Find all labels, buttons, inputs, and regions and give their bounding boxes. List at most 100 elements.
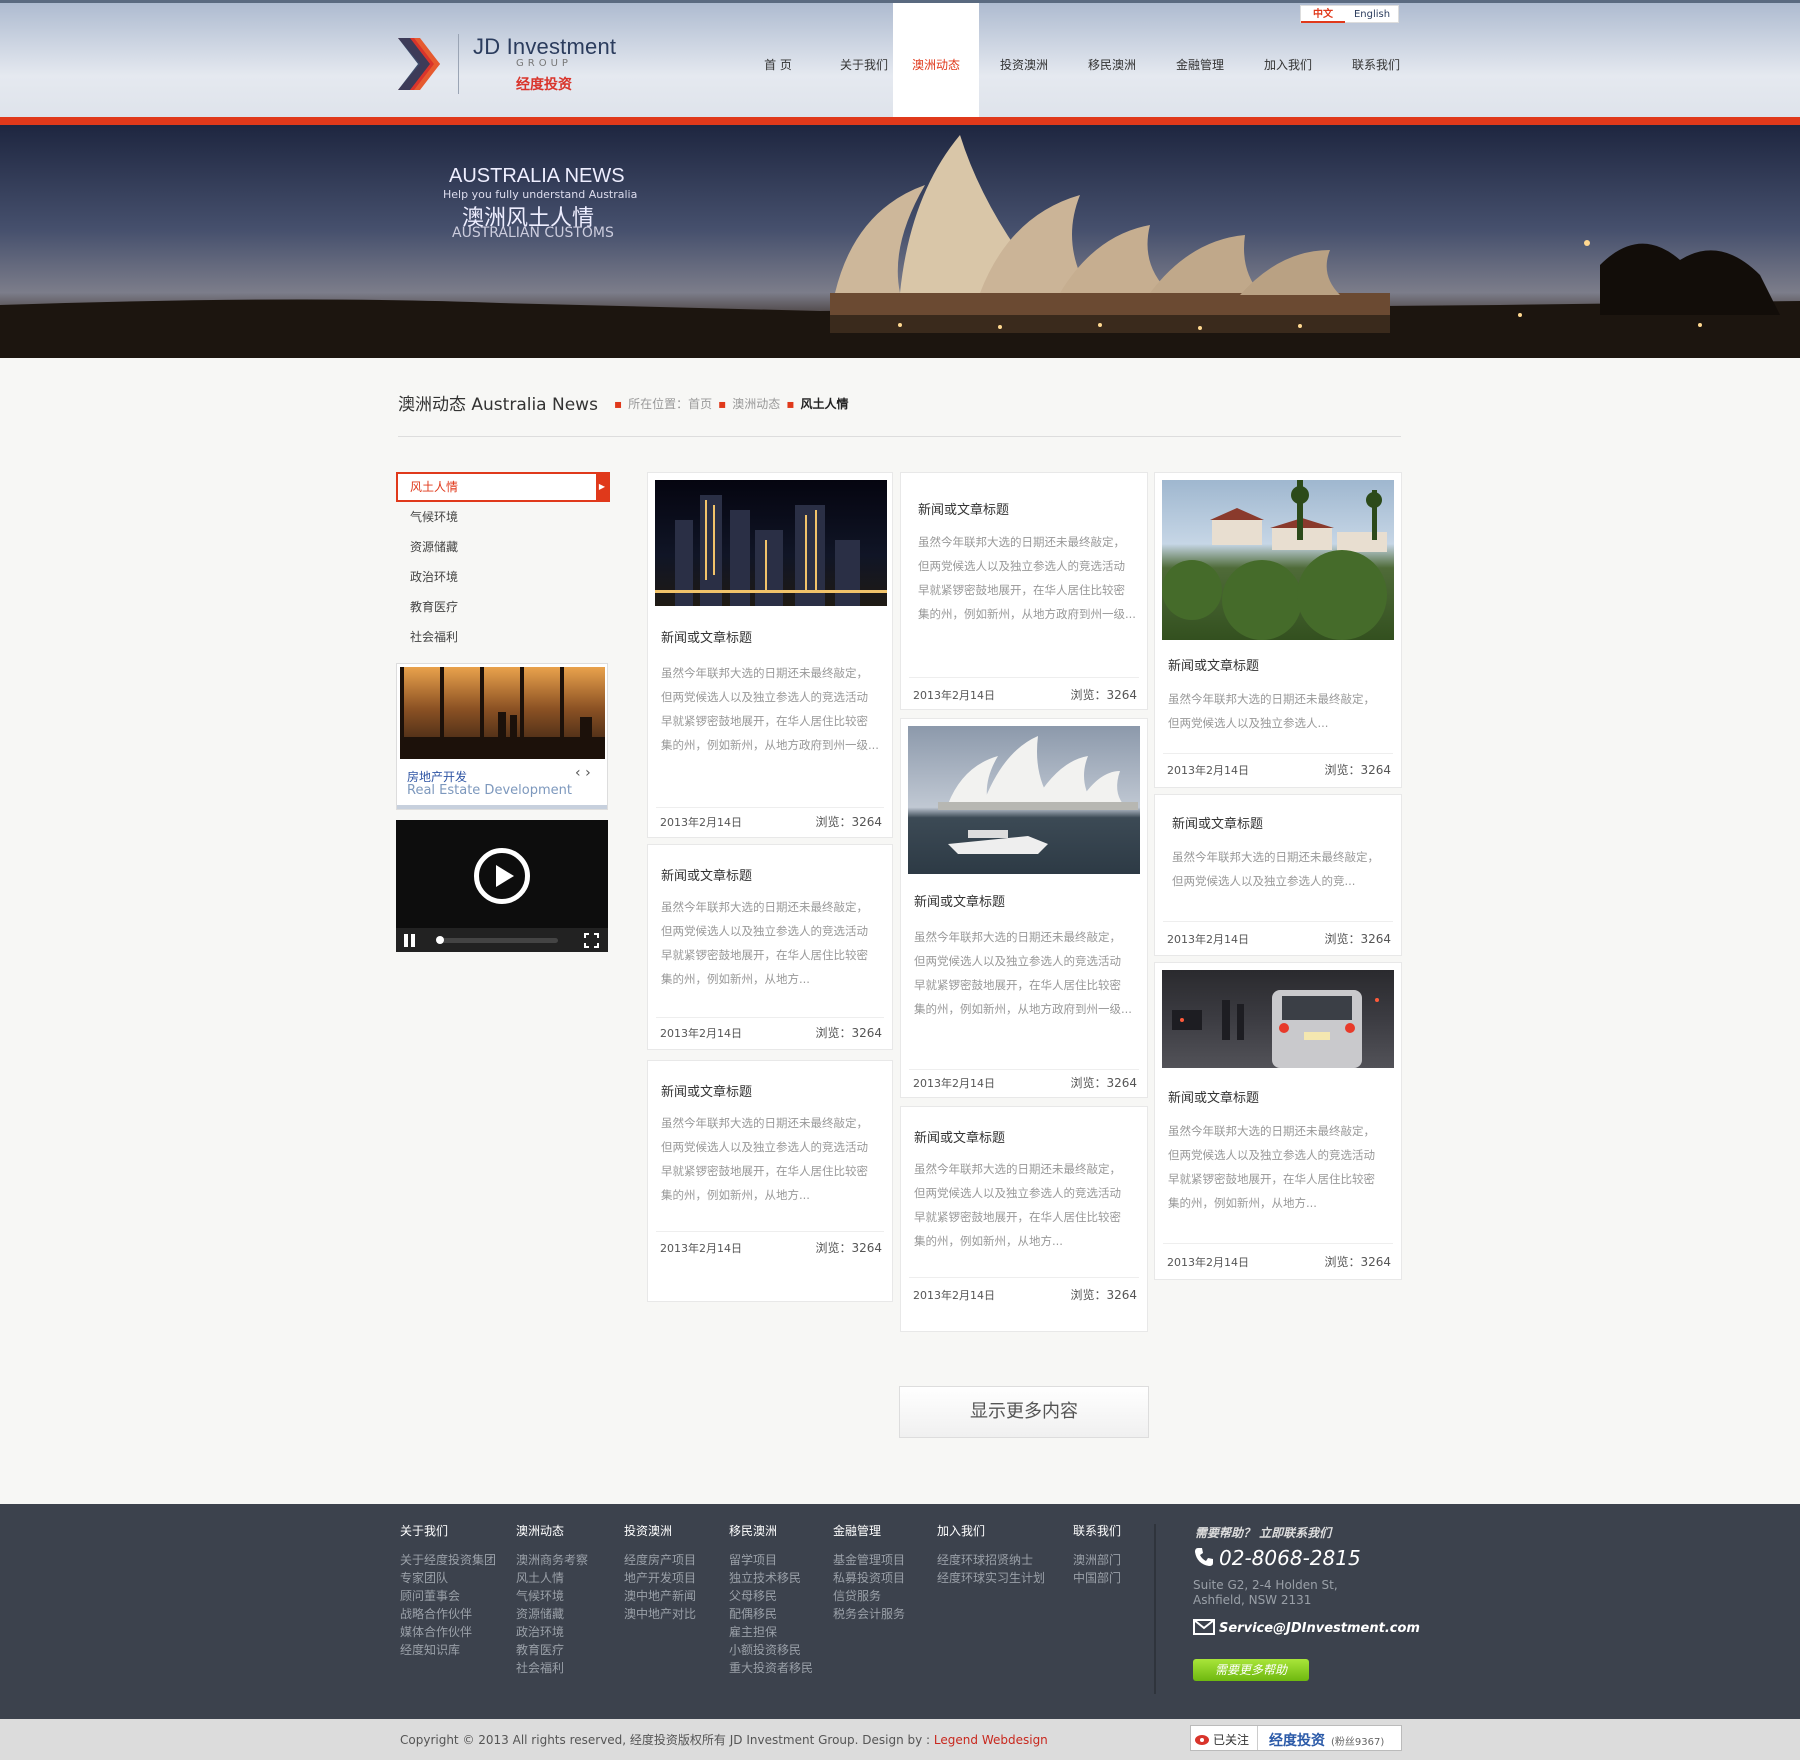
more-help-button[interactable]: 需要更多帮助: [1193, 1659, 1309, 1681]
weibo-follow-widget[interactable]: 已关注 经度投资 (粉丝9367): [1190, 1725, 1402, 1751]
footer-heading[interactable]: 投资澳洲: [624, 1522, 696, 1539]
fullscreen-icon[interactable]: [584, 933, 599, 948]
news-title[interactable]: 新闻或文章标题: [914, 1127, 1005, 1146]
news-card[interactable]: 新闻或文章标题 虽然今年联邦大选的日期还未最终敲定，但两党候选人以及独立参选人的…: [647, 1060, 893, 1302]
footer-link[interactable]: 私募投资项目: [833, 1569, 905, 1587]
footer-link[interactable]: 风土人情: [516, 1569, 588, 1587]
nav-contact[interactable]: 联系我们: [1333, 3, 1419, 117]
news-date: 2013年2月14日: [913, 1289, 995, 1302]
footer-heading[interactable]: 联系我们: [1073, 1522, 1121, 1539]
play-icon[interactable]: [474, 848, 530, 904]
news-title[interactable]: 新闻或文章标题: [1172, 813, 1263, 832]
news-views: 浏览：3264: [1070, 1288, 1137, 1302]
news-card[interactable]: 新闻或文章标题 虽然今年联邦大选的日期还未最终敲定，但两党候选人以及独立参选人的…: [900, 472, 1148, 710]
news-card[interactable]: 新闻或文章标题 虽然今年联邦大选的日期还未最终敲定，但两党候选人以及独立参选人的…: [647, 472, 893, 838]
footer-heading[interactable]: 关于我们: [400, 1522, 496, 1539]
footer-link[interactable]: 地产开发项目: [624, 1569, 696, 1587]
news-title[interactable]: 新闻或文章标题: [918, 499, 1009, 518]
breadcrumb: ▪ 所在位置：首页 ▪ 澳洲动态 ▪ 风土人情: [614, 397, 849, 411]
sidebar-item-resources[interactable]: 资源储藏: [396, 532, 610, 562]
footer-link[interactable]: 留学项目: [729, 1551, 813, 1569]
video-progress-track[interactable]: [438, 938, 558, 943]
breadcrumb-home[interactable]: 所在位置：首页: [628, 397, 712, 411]
footer-link[interactable]: 政治环境: [516, 1623, 588, 1641]
promo-real-estate[interactable]: 房地产开发 Real Estate Development ‹ ›: [396, 663, 608, 810]
chevron-left-icon[interactable]: ‹: [575, 765, 581, 781]
news-card[interactable]: 新闻或文章标题 虽然今年联邦大选的日期还未最终敲定，但两党候选人以及独立参选人的…: [647, 844, 893, 1050]
news-card[interactable]: 新闻或文章标题 虽然今年联邦大选的日期还未最终敲定，但两党候选人以及独立参选人的…: [1154, 794, 1402, 956]
nav-join[interactable]: 加入我们: [1245, 3, 1331, 117]
footer-link[interactable]: 雇主担保: [729, 1623, 813, 1641]
footer-link[interactable]: 独立技术移民: [729, 1569, 813, 1587]
footer-link[interactable]: 配偶移民: [729, 1605, 813, 1623]
footer-link[interactable]: 小额投资移民: [729, 1641, 813, 1659]
news-title[interactable]: 新闻或文章标题: [661, 1081, 752, 1100]
footer-link[interactable]: 经度知识库: [400, 1641, 496, 1659]
sidebar-item-education[interactable]: 教育医疗: [396, 592, 610, 622]
video-player[interactable]: [396, 820, 608, 952]
news-excerpt: 虽然今年联邦大选的日期还未最终敲定，但两党候选人以及独立参选人的竞...: [1172, 850, 1379, 888]
news-card[interactable]: 新闻或文章标题 虽然今年联邦大选的日期还未最终敲定，但两党候选人以及独立参选人的…: [900, 1106, 1148, 1332]
video-progress-handle[interactable]: [436, 936, 444, 944]
show-more-button[interactable]: 显示更多内容: [899, 1386, 1149, 1438]
footer-link[interactable]: 社会福利: [516, 1659, 588, 1677]
card-separator: [1163, 1243, 1393, 1244]
email-link[interactable]: Service@JDInvestment.com: [1193, 1619, 1420, 1636]
footer-link[interactable]: 气候环境: [516, 1587, 588, 1605]
footer-heading[interactable]: 移民澳洲: [729, 1522, 813, 1539]
footer-link[interactable]: 关于经度投资集团: [400, 1551, 496, 1569]
card-separator: [909, 1277, 1139, 1278]
footer-link[interactable]: 中国部门: [1073, 1569, 1121, 1587]
footer-link[interactable]: 经度房产项目: [624, 1551, 696, 1569]
footer-link[interactable]: 顾问董事会: [400, 1587, 496, 1605]
news-title[interactable]: 新闻或文章标题: [661, 627, 752, 646]
news-views: 浏览：3264: [1324, 763, 1391, 777]
footer-link[interactable]: 澳中地产新闻: [624, 1587, 696, 1605]
news-title[interactable]: 新闻或文章标题: [914, 891, 1005, 910]
sidebar-item-customs[interactable]: 风土人情 ▶: [396, 472, 610, 502]
nav-invest[interactable]: 投资澳洲: [981, 3, 1067, 117]
news-card[interactable]: 新闻或文章标题 虽然今年联邦大选的日期还未最终敲定，但两党候选人以及独立参选人的…: [1154, 962, 1402, 1280]
footer-link[interactable]: 重大投资者移民: [729, 1659, 813, 1677]
footer-heading[interactable]: 澳洲动态: [516, 1522, 588, 1539]
sidebar-item-climate[interactable]: 气候环境: [396, 502, 610, 532]
footer-link[interactable]: 战略合作伙伴: [400, 1605, 496, 1623]
pause-icon[interactable]: [404, 934, 416, 947]
footer-heading[interactable]: 加入我们: [937, 1522, 1045, 1539]
footer-link[interactable]: 经度环球招贤纳士: [937, 1551, 1045, 1569]
news-title[interactable]: 新闻或文章标题: [661, 865, 752, 884]
chevron-right-icon[interactable]: ›: [585, 765, 591, 781]
promo-title-en: Real Estate Development: [407, 783, 572, 798]
sidebar-item-politics[interactable]: 政治环境: [396, 562, 610, 592]
logo-group: GROUP: [516, 58, 572, 69]
footer-link[interactable]: 税务会计服务: [833, 1605, 905, 1623]
footer-link[interactable]: 专家团队: [400, 1569, 496, 1587]
footer-link[interactable]: 澳中地产对比: [624, 1605, 696, 1623]
footer-link[interactable]: 澳洲部门: [1073, 1551, 1121, 1569]
news-card[interactable]: 新闻或文章标题 虽然今年联邦大选的日期还未最终敲定，但两党候选人以及独立参选人.…: [1154, 472, 1402, 788]
card-separator: [909, 1069, 1139, 1070]
site-logo[interactable]: JD Investment GROUP 经度投资: [396, 30, 626, 100]
footer-heading[interactable]: 金融管理: [833, 1522, 905, 1539]
nav-finance[interactable]: 金融管理: [1157, 3, 1243, 117]
news-card[interactable]: 新闻或文章标题 虽然今年联邦大选的日期还未最终敲定，但两党候选人以及独立参选人的…: [900, 718, 1148, 1098]
designer-link[interactable]: Legend Webdesign: [934, 1733, 1048, 1747]
news-title[interactable]: 新闻或文章标题: [1168, 1087, 1259, 1106]
breadcrumb-section[interactable]: 澳洲动态: [732, 397, 780, 411]
footer-link[interactable]: 父母移民: [729, 1587, 813, 1605]
footer-link[interactable]: 澳洲商务考察: [516, 1551, 588, 1569]
footer-link[interactable]: 经度环球实习生计划: [937, 1569, 1045, 1587]
promo-carousel-arrows[interactable]: ‹ ›: [575, 765, 591, 781]
nav-home[interactable]: 首 页: [735, 3, 821, 117]
sidebar-item-welfare[interactable]: 社会福利: [396, 622, 610, 652]
nav-immigration[interactable]: 移民澳洲: [1069, 3, 1155, 117]
footer-link[interactable]: 媒体合作伙伴: [400, 1623, 496, 1641]
footer-link[interactable]: 基金管理项目: [833, 1551, 905, 1569]
footer-link[interactable]: 信贷服务: [833, 1587, 905, 1605]
news-title[interactable]: 新闻或文章标题: [1168, 655, 1259, 674]
footer-link[interactable]: 资源储藏: [516, 1605, 588, 1623]
nav-australia-news[interactable]: 澳洲动态: [893, 3, 979, 117]
address: Suite G2, 2-4 Holden St, Ashfield, NSW 2…: [1193, 1578, 1338, 1607]
news-image-street-car: [1162, 970, 1394, 1068]
footer-link[interactable]: 教育医疗: [516, 1641, 588, 1659]
